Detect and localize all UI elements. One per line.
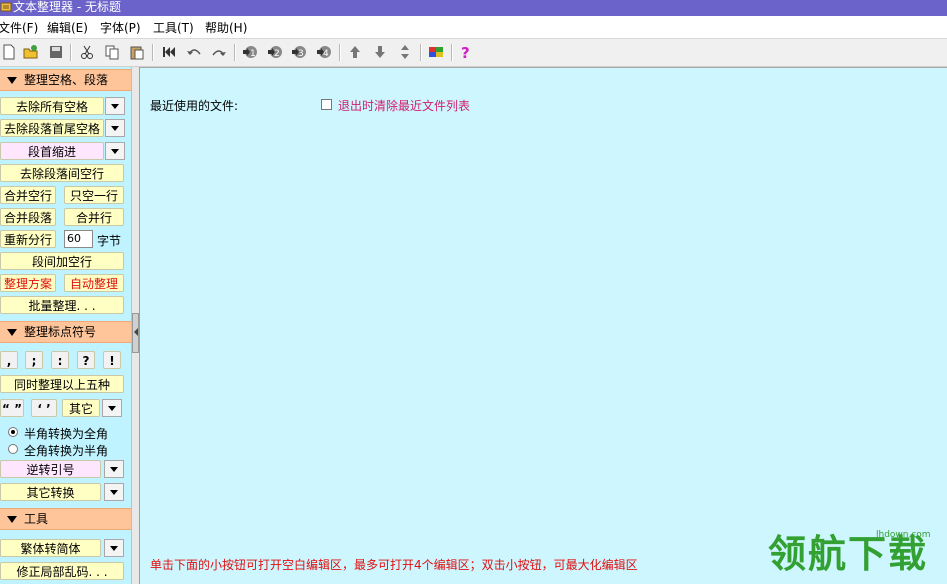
menu-file[interactable]: 文件(F) [0, 19, 38, 36]
para-indent-button[interactable]: 段首缩进 [0, 142, 104, 160]
main-area: 最近使用的文件: 退出时清除最近文件列表 单击下面的小按钮可打开空白编辑区，最多… [140, 67, 947, 584]
half-to-full-label: 半角转换为全角 [24, 427, 109, 441]
other-convert-button[interactable]: 其它转换 [0, 483, 101, 501]
comma-button[interactable]: , [0, 351, 18, 369]
palette-icon[interactable] [427, 43, 445, 61]
help-icon[interactable]: ? [457, 43, 475, 61]
collapse-triangle-icon [7, 516, 17, 523]
down-icon[interactable] [371, 43, 389, 61]
svg-text:3: 3 [298, 49, 304, 59]
organize-five-button[interactable]: 同时整理以上五种 [0, 375, 124, 393]
add-blank-button[interactable]: 段间加空行 [0, 252, 124, 270]
batch-organize-button[interactable]: 批量整理. . . [0, 296, 124, 314]
svg-text:1: 1 [250, 49, 256, 59]
first-icon[interactable] [160, 43, 178, 61]
reverse-quote-dropdown[interactable] [104, 460, 124, 478]
menu-font[interactable]: 字体(P) [100, 19, 141, 36]
editor4-icon[interactable]: 4 [315, 43, 333, 61]
para-indent-dropdown[interactable] [105, 142, 125, 160]
remove-para-spaces-dropdown[interactable] [105, 119, 125, 137]
toolbar: 1 2 3 4 ? [0, 39, 947, 67]
up-icon[interactable] [346, 43, 364, 61]
reverse-quote-button[interactable]: 逆转引号 [0, 460, 101, 478]
cut-icon[interactable] [78, 43, 96, 61]
other-convert-dropdown[interactable] [104, 483, 124, 501]
trad-to-simp-dropdown[interactable] [104, 539, 124, 557]
single-quote-button[interactable]: ‘ ’ [31, 399, 57, 417]
recent-files-label: 最近使用的文件: [150, 99, 239, 113]
editor2-icon[interactable]: 2 [266, 43, 284, 61]
half-to-full-radio[interactable] [8, 427, 18, 437]
auto-organize-button[interactable]: 自动整理 [64, 274, 124, 292]
rewrap-unit-label: 字节 [97, 234, 122, 248]
collapse-panel-icon[interactable] [132, 313, 139, 353]
full-to-half-radio[interactable] [8, 444, 18, 454]
menu-tools[interactable]: 工具(T) [153, 19, 194, 36]
rewrap-bytes-input[interactable]: 60 [64, 230, 93, 248]
section-tools[interactable]: 工具 [0, 508, 131, 530]
double-quote-button[interactable]: “ ” [0, 399, 24, 417]
copy-icon[interactable] [103, 43, 121, 61]
remove-all-spaces-dropdown[interactable] [105, 97, 125, 115]
other-punct-button[interactable]: 其它 [62, 399, 100, 417]
title-bar: 文本整理器 - 无标题 [0, 0, 947, 16]
rewrap-button[interactable]: 重新分行 [0, 230, 56, 248]
watermark-logo: 领航下载 lhdown.com [768, 528, 944, 580]
clear-recent-label[interactable]: 退出时清除最近文件列表 [338, 97, 470, 114]
menu-edit[interactable]: 编辑(E) [47, 19, 88, 36]
other-punct-dropdown[interactable] [102, 399, 122, 417]
remove-para-spaces-button[interactable]: 去除段落首尾空格 [0, 119, 104, 137]
editor-hint-text: 单击下面的小按钮可打开空白编辑区，最多可打开4个编辑区；双击小按钮，可最大化编辑… [150, 558, 638, 572]
section-spaces-paragraphs[interactable]: 整理空格、段落 [0, 69, 131, 91]
panel-splitter[interactable] [131, 67, 140, 584]
trad-to-simp-button[interactable]: 繁体转简体 [0, 539, 101, 557]
menu-bar: 文件(F) 编辑(E) 字体(P) 工具(T) 帮助(H) [0, 16, 947, 39]
menu-help[interactable]: 帮助(H) [205, 19, 247, 36]
undo-icon[interactable] [185, 43, 203, 61]
merge-lines-button[interactable]: 合并行 [64, 208, 124, 226]
left-panel: 整理空格、段落 去除所有空格 去除段落首尾空格 段首缩进 去除段落间空行 合并空… [0, 67, 131, 584]
save-icon[interactable] [47, 43, 65, 61]
updown-icon[interactable] [396, 43, 414, 61]
colon-button[interactable]: : [51, 351, 69, 369]
window-title: 文本整理器 - 无标题 [13, 0, 121, 14]
editor1-icon[interactable]: 1 [241, 43, 259, 61]
svg-text:4: 4 [323, 49, 329, 59]
collapse-triangle-icon [7, 329, 17, 336]
svg-text:?: ? [461, 44, 470, 60]
semicolon-button[interactable]: ; [25, 351, 43, 369]
merge-para-button[interactable]: 合并段落 [0, 208, 56, 226]
collapse-triangle-icon [7, 77, 17, 84]
single-blank-button[interactable]: 只空一行 [64, 186, 124, 204]
editor3-icon[interactable]: 3 [290, 43, 308, 61]
new-file-icon[interactable] [0, 43, 18, 61]
remove-all-spaces-button[interactable]: 去除所有空格 [0, 97, 104, 115]
clear-recent-checkbox[interactable] [321, 99, 332, 110]
svg-text:2: 2 [274, 49, 280, 59]
remove-blank-lines-button[interactable]: 去除段落间空行 [0, 164, 124, 182]
fix-garble-button[interactable]: 修正局部乱码. . . [0, 562, 124, 580]
app-icon [0, 2, 12, 12]
redo-icon[interactable] [210, 43, 228, 61]
paste-icon[interactable] [128, 43, 146, 61]
section-punctuation[interactable]: 整理标点符号 [0, 321, 131, 343]
exclaim-button[interactable]: ! [103, 351, 121, 369]
merge-blank-button[interactable]: 合并空行 [0, 186, 56, 204]
scheme-button[interactable]: 整理方案 [0, 274, 56, 292]
question-button[interactable]: ? [77, 351, 95, 369]
watermark-url: lhdown.com [876, 530, 931, 540]
open-file-icon[interactable] [22, 43, 40, 61]
full-to-half-label: 全角转换为半角 [24, 444, 109, 458]
